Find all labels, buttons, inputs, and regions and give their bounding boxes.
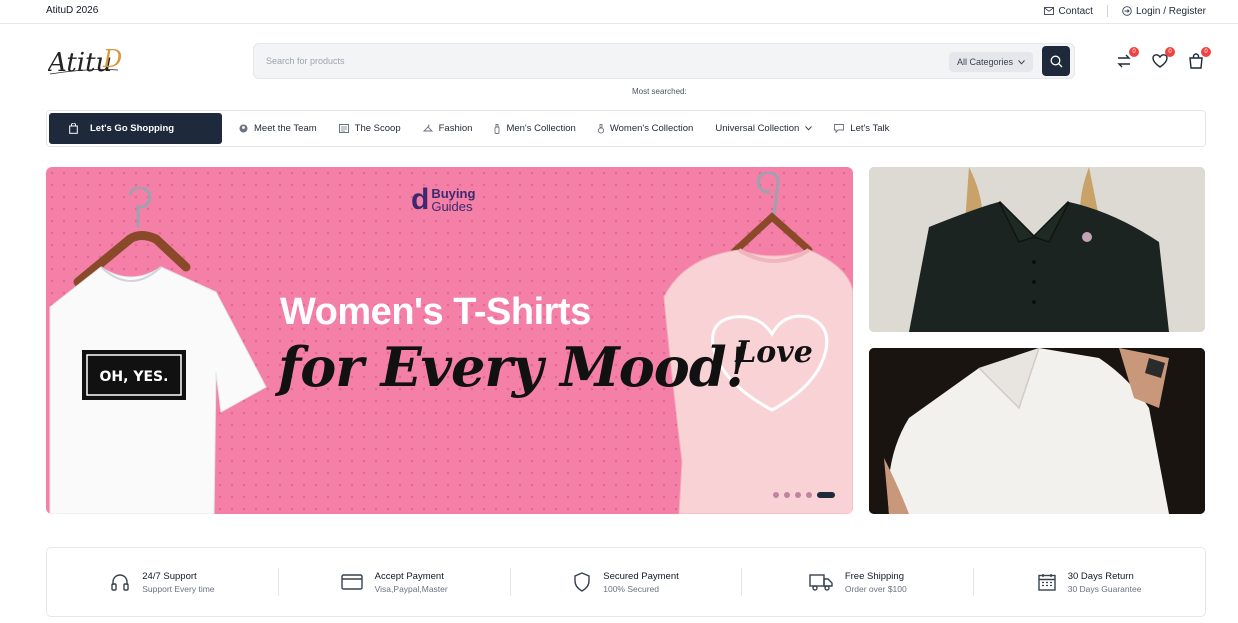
bottle-icon — [494, 123, 500, 134]
feature-title: 30 Days Return — [1067, 570, 1134, 582]
compare-button[interactable]: 0 — [1115, 47, 1139, 70]
login-link[interactable]: Login / Register — [1122, 6, 1206, 17]
nav-item-label: Meet the Team — [254, 123, 317, 134]
cart-button[interactable]: 0 — [1187, 47, 1211, 70]
feature-title: Secured Payment — [603, 570, 679, 582]
side-banner-bottom[interactable] — [869, 348, 1205, 514]
feature-subtitle: 100% Secured — [603, 583, 659, 594]
white-polo-image — [869, 348, 1205, 514]
hanger-icon — [422, 124, 433, 132]
nav-item-the-scoop[interactable]: The Scoop — [338, 123, 401, 134]
feature-subtitle: Support Every time — [142, 583, 215, 594]
site-logo[interactable]: Atitu D — [46, 40, 128, 80]
feature-return: 30 Days Return 30 Days Guarantee — [973, 568, 1205, 596]
shop-button[interactable]: Let's Go Shopping — [49, 113, 222, 144]
slider-dot[interactable] — [773, 492, 779, 498]
shop-button-label: Let's Go Shopping — [90, 123, 175, 134]
truck-icon — [809, 574, 833, 591]
buying-guides-word2: Guides — [431, 199, 473, 214]
search-input[interactable] — [266, 53, 866, 69]
hero-headline: Women's T-Shirts — [280, 291, 591, 333]
header-actions: 0 0 0 — [1115, 47, 1211, 70]
feature-title: 24/7 Support — [142, 570, 197, 582]
news-icon — [338, 124, 349, 133]
nav-item-mens-collection[interactable]: Men's Collection — [494, 123, 576, 134]
buying-guides-logo: d Buying Guides — [411, 185, 475, 215]
chevron-down-icon — [805, 126, 813, 131]
nav-item-lets-talk[interactable]: Let's Talk — [834, 123, 889, 134]
nav-item-womens-collection[interactable]: Women's Collection — [597, 123, 694, 134]
cart-count-badge: 0 — [1201, 47, 1211, 57]
bag-icon — [69, 123, 78, 134]
feature-subtitle: 30 Days Guarantee — [1067, 583, 1142, 594]
nav-item-universal-collection[interactable]: Universal Collection — [715, 123, 813, 134]
search-button[interactable] — [1042, 46, 1070, 76]
slider-dot-active[interactable] — [817, 492, 835, 498]
headphones-icon — [111, 574, 129, 591]
most-searched-label: Most searched: — [632, 87, 687, 96]
mail-icon — [1044, 7, 1055, 15]
buying-guides-letter: d — [411, 183, 430, 216]
white-tshirt-image: OH, YES. — [49, 187, 267, 514]
feature-title: Accept Payment — [374, 570, 444, 582]
hero-banner[interactable]: OH, YES. Love d Buying Guides Women's T-… — [46, 167, 853, 514]
feature-payment: Accept Payment Visa,Paypal,Master — [277, 568, 510, 596]
nav-item-label: Let's Talk — [850, 123, 890, 134]
feature-shipping: Free Shipping Order over $100 — [741, 568, 973, 596]
slider-dot[interactable] — [806, 492, 812, 498]
logo-text-d: D — [102, 45, 122, 73]
topbar-links: Contact Login / Register — [1044, 5, 1206, 17]
slider-dot[interactable] — [784, 492, 790, 498]
shirt-left-text: OH, YES. — [100, 369, 169, 385]
feature-subtitle: Order over $100 — [844, 583, 907, 594]
nav-item-label: Universal Collection — [715, 123, 800, 134]
team-icon — [239, 124, 248, 133]
nav-item-label: The Scoop — [354, 123, 401, 134]
side-banner-top[interactable] — [869, 167, 1205, 332]
features-bar: 24/7 Support Support Every time Accept P… — [46, 547, 1206, 617]
slider-dot[interactable] — [795, 492, 801, 498]
topbar-brand: AtituD 2026 — [46, 5, 99, 16]
nav-item-label: Women's Collection — [609, 123, 694, 134]
slider-pagination — [773, 492, 835, 498]
contact-link[interactable]: Contact — [1044, 5, 1093, 17]
feature-secured: Secured Payment 100% Secured — [509, 568, 742, 596]
nav-item-fashion[interactable]: Fashion — [422, 123, 473, 134]
contact-label: Contact — [1058, 5, 1093, 17]
category-select[interactable]: All Categories — [949, 52, 1034, 72]
wishlist-count-badge: 0 — [1165, 47, 1175, 57]
compare-count-badge: 0 — [1129, 47, 1139, 57]
top-bar: AtituD 2026 Contact Login / Register — [0, 0, 1238, 24]
nav-item-meet-the-team[interactable]: Meet the Team — [239, 123, 317, 134]
shield-icon — [574, 572, 590, 592]
feature-subtitle: Visa,Paypal,Master — [374, 583, 448, 594]
chevron-down-icon — [1018, 59, 1025, 65]
hero-subheadline: for Every Mood! — [278, 335, 749, 399]
main-nav: Let's Go Shopping Meet the Team The Scoo… — [46, 110, 1206, 147]
wishlist-button[interactable]: 0 — [1151, 47, 1175, 70]
login-icon — [1122, 6, 1132, 16]
login-label: Login / Register — [1135, 5, 1206, 17]
nav-item-label: Fashion — [438, 123, 473, 134]
search-bar: All Categories — [253, 43, 1075, 79]
perfume-icon — [597, 123, 604, 134]
nav-items: Meet the Team The Scoop Fashion Men's Co… — [239, 111, 889, 146]
chat-icon — [834, 124, 845, 133]
nav-item-label: Men's Collection — [506, 123, 576, 134]
category-select-label: All Categories — [957, 57, 1014, 67]
topbar-divider — [1106, 5, 1108, 17]
calendar-icon — [1038, 574, 1056, 591]
feature-title: Free Shipping — [844, 570, 904, 582]
black-polo-image — [869, 167, 1205, 332]
search-icon — [1050, 55, 1062, 67]
feature-support: 24/7 Support Support Every time — [47, 568, 278, 596]
credit-card-icon — [340, 574, 363, 590]
